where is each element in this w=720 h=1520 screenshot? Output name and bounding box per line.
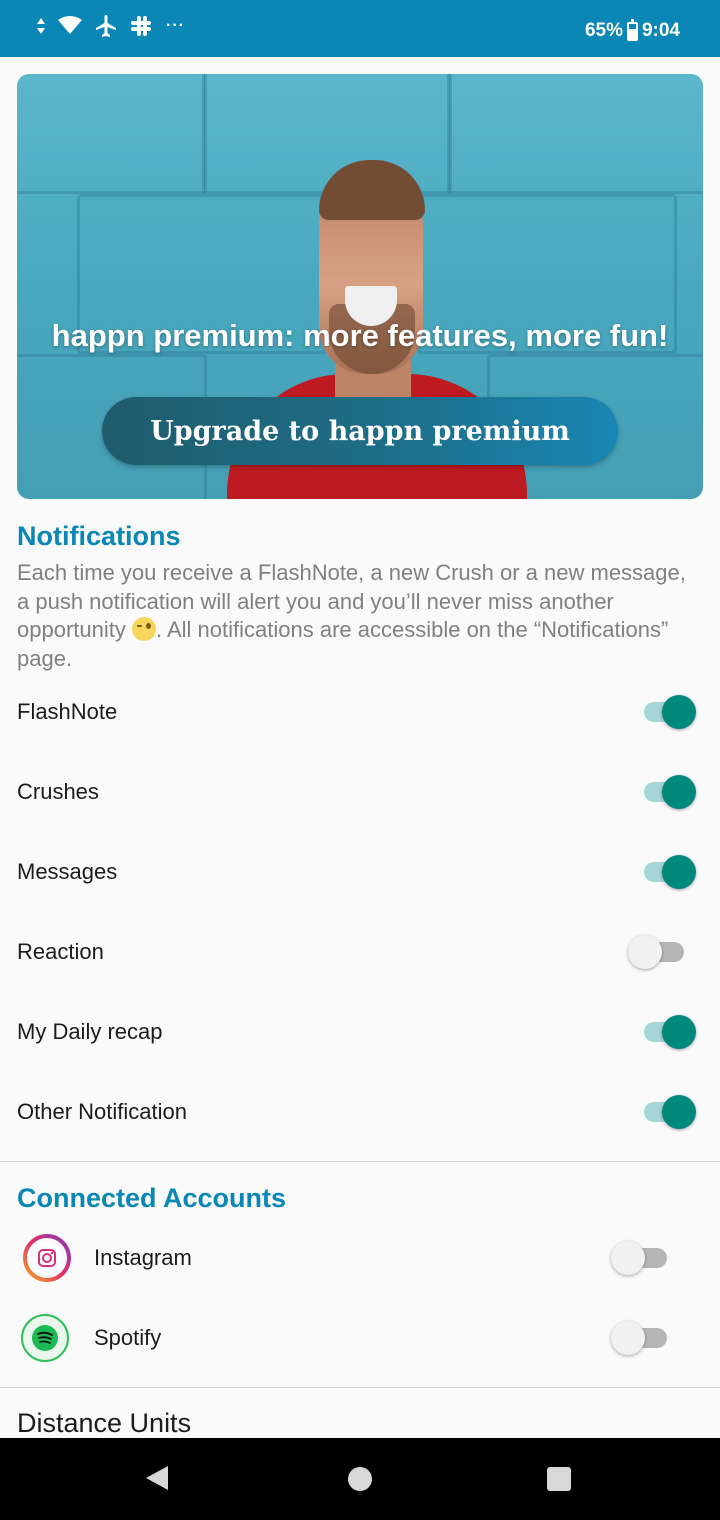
- notification-label: Crushes: [17, 779, 99, 804]
- upgrade-premium-button[interactable]: Upgrade to happn premium: [102, 397, 618, 465]
- account-row-instagram: Instagram: [0, 1228, 720, 1288]
- signal-icon: [37, 18, 45, 34]
- wifi-icon: [58, 16, 82, 34]
- more-notifications-icon: ···: [166, 17, 185, 34]
- other-notification-toggle[interactable]: [640, 1092, 700, 1132]
- section-divider: [0, 1387, 720, 1388]
- clock: 9:04: [641, 20, 680, 41]
- account-label: Spotify: [94, 1325, 162, 1350]
- slack-icon: [131, 16, 151, 36]
- airplane-icon: [96, 15, 116, 37]
- notification-row-reaction: Reaction: [0, 922, 720, 982]
- account-label: Instagram: [94, 1245, 192, 1270]
- battery-icon: [626, 18, 638, 41]
- spotify-icon: [21, 1314, 69, 1362]
- status-icons: ···: [36, 14, 185, 38]
- notification-row-flashnote: FlashNote: [0, 682, 720, 742]
- status-right: 65% 9:04: [584, 18, 680, 42]
- notification-label: Other Notification: [17, 1099, 187, 1124]
- account-row-spotify: Spotify: [0, 1308, 720, 1368]
- notifications-description: Each time you receive a FlashNote, a new…: [17, 559, 697, 673]
- reaction-toggle[interactable]: [628, 932, 688, 972]
- flashnote-toggle[interactable]: [640, 692, 700, 732]
- instagram-toggle[interactable]: [611, 1238, 671, 1278]
- recent-apps-icon[interactable]: [547, 1467, 571, 1491]
- battery-percent: 65%: [584, 20, 623, 41]
- wink-emoji-icon: [131, 617, 156, 641]
- notification-row-crushes: Crushes: [0, 762, 720, 822]
- navigation-bar: [0, 1438, 720, 1520]
- notification-label: FlashNote: [17, 699, 118, 724]
- notification-label: Reaction: [17, 939, 104, 964]
- notification-label: My Daily recap: [17, 1019, 163, 1044]
- premium-banner: happn premium: more features, more fun! …: [17, 74, 703, 499]
- notifications-section-title: Notifications: [17, 521, 181, 551]
- notification-label: Messages: [17, 859, 118, 884]
- crushes-toggle[interactable]: [640, 772, 700, 812]
- distance-units-title[interactable]: Distance Units: [17, 1408, 191, 1439]
- back-icon[interactable]: [146, 1466, 168, 1490]
- banner-title: happn premium: more features, more fun!: [51, 318, 669, 353]
- notification-row-messages: Messages: [0, 842, 720, 902]
- home-icon[interactable]: [348, 1467, 372, 1491]
- daily-recap-toggle[interactable]: [640, 1012, 700, 1052]
- notification-row-daily-recap: My Daily recap: [0, 1002, 720, 1062]
- status-bar: ··· 65% 9:04: [0, 0, 720, 57]
- messages-toggle[interactable]: [640, 852, 700, 892]
- notification-row-other: Other Notification: [0, 1082, 720, 1142]
- instagram-icon: [23, 1234, 71, 1282]
- section-divider: [0, 1161, 720, 1162]
- spotify-toggle[interactable]: [611, 1318, 671, 1358]
- connected-accounts-title: Connected Accounts: [17, 1183, 287, 1213]
